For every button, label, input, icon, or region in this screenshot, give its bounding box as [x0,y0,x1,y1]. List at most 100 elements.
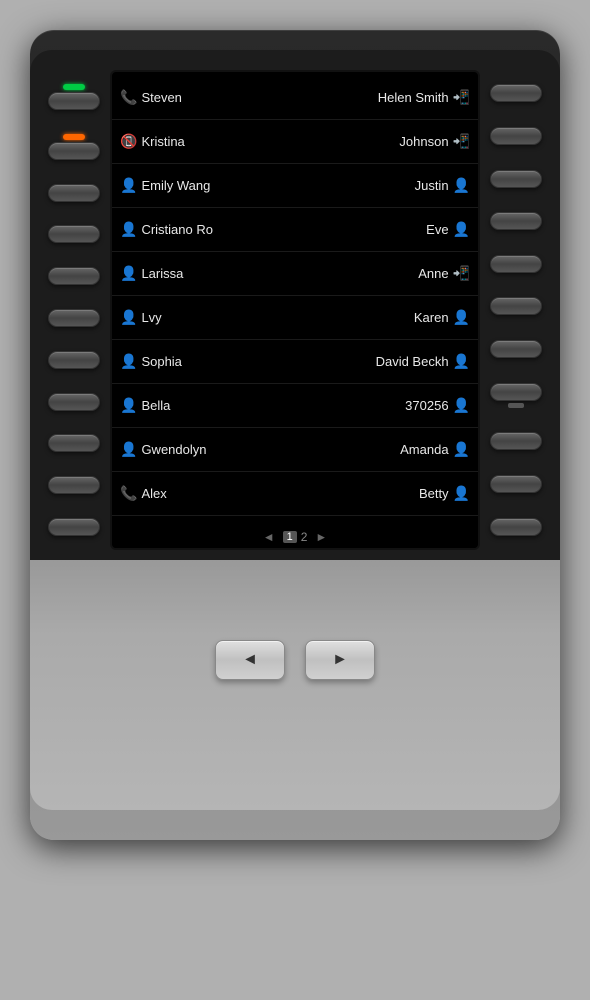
right-side-btn-1[interactable] [490,84,542,102]
contact-left-1: 📞 Steven [120,89,295,106]
contact-name-right: Helen Smith [378,90,449,105]
person-green-icon: 👤 [120,397,137,414]
right-side-btn-6[interactable] [490,297,542,315]
right-btn-group-8 [484,383,548,408]
person-green-icon: 👤 [120,265,137,282]
contact-name-left: Alex [141,486,166,501]
left-side-btn-1[interactable] [48,92,100,110]
nav-next-button[interactable]: ► [305,640,375,680]
person-green-icon: 👤 [453,309,470,326]
contact-right-3: Justin 👤 [295,177,470,194]
left-side-btn-5[interactable] [48,267,100,285]
device-bottom: ◄ ► [30,560,560,810]
left-btn-group-2 [42,134,106,160]
right-btn-group-9 [484,432,548,450]
right-btn-group-5 [484,255,548,273]
right-button-column [480,70,552,550]
table-row[interactable]: 📞 Steven Helen Smith 📲 [112,76,478,120]
current-page: 1 [283,531,297,543]
right-btn-group-6 [484,297,548,315]
table-row[interactable]: 👤 Lvy Karen 👤 [112,296,478,340]
left-btn-group-1 [42,84,106,110]
right-side-btn-3[interactable] [490,170,542,188]
nav-prev-button[interactable]: ◄ [215,640,285,680]
table-row[interactable]: 👤 Emily Wang Justin 👤 [112,164,478,208]
contact-name-right: Justin [415,178,449,193]
call-active-icon: 📞 [120,89,137,106]
left-side-btn-2[interactable] [48,142,100,160]
pagination-next-arrow[interactable]: ► [315,530,327,544]
right-btn-group-1 [484,84,548,102]
contact-right-8: 370256 👤 [295,397,470,414]
contact-right-2: Johnson 📲 [295,133,470,150]
pagination-bar: ◄ 1 2 ► [112,526,478,548]
left-btn-group-6 [42,309,106,327]
contact-left-9: 👤 Gwendolyn [120,441,295,458]
right-side-btn-7[interactable] [490,340,542,358]
contact-list: 📞 Steven Helen Smith 📲 📵 Kristina [112,72,478,526]
table-row[interactable]: 👤 Gwendolyn Amanda 👤 [112,428,478,472]
contact-right-4: Eve 👤 [295,221,470,238]
call-in-icon: 📲 [453,265,470,282]
led-orange-2 [63,134,85,140]
right-side-btn-5[interactable] [490,255,542,273]
left-side-btn-7[interactable] [48,351,100,369]
pagination-prev-arrow[interactable]: ◄ [263,530,275,544]
contact-name-right: 370256 [405,398,448,413]
left-side-btn-11[interactable] [48,518,100,536]
right-side-btn-9[interactable] [490,432,542,450]
right-btn-group-2 [484,127,548,145]
contact-name-right: Anne [418,266,448,281]
right-btn-group-3 [484,170,548,188]
contact-right-9: Amanda 👤 [295,441,470,458]
contact-name-left: Cristiano Ro [141,222,213,237]
contact-name-left: Emily Wang [141,178,210,193]
right-btn-group-10 [484,475,548,493]
right-side-btn-11[interactable] [490,518,542,536]
person-orange-icon: 👤 [453,221,470,238]
right-side-btn-8[interactable] [490,383,542,401]
left-btn-group-8 [42,393,106,411]
person-green-icon: 👤 [453,397,470,414]
person-orange-icon: 👤 [453,441,470,458]
right-side-btn-4[interactable] [490,212,542,230]
contact-right-1: Helen Smith 📲 [295,89,470,106]
left-side-btn-10[interactable] [48,476,100,494]
next-page-num: 2 [301,530,308,544]
contact-right-5: Anne 📲 [295,265,470,282]
person-orange-icon: 👤 [120,221,137,238]
table-row[interactable]: 📵 Kristina Johnson 📲 [112,120,478,164]
right-btn-group-11 [484,518,548,536]
call-in-icon: 📲 [453,133,470,150]
nav-next-arrow: ► [332,651,348,669]
contact-name-right: David Beckh [376,354,449,369]
table-row[interactable]: 👤 Bella 370256 👤 [112,384,478,428]
contact-left-5: 👤 Larissa [120,265,295,282]
table-row[interactable]: 📞 Alex Betty 👤 [112,472,478,516]
contact-name-right: Betty [419,486,449,501]
screen-row: 📞 Steven Helen Smith 📲 📵 Kristina [30,60,560,560]
contact-left-3: 👤 Emily Wang [120,177,295,194]
left-side-btn-6[interactable] [48,309,100,327]
led-small [508,403,524,408]
led-green-1 [63,84,85,90]
contact-name-left: Gwendolyn [141,442,206,457]
person-green-icon: 👤 [453,177,470,194]
left-btn-group-3 [42,184,106,202]
right-side-btn-10[interactable] [490,475,542,493]
left-side-btn-8[interactable] [48,393,100,411]
contact-left-10: 📞 Alex [120,485,295,502]
contact-right-6: Karen 👤 [295,309,470,326]
contact-name-left: Lvy [141,310,161,325]
table-row[interactable]: 👤 Cristiano Ro Eve 👤 [112,208,478,252]
right-btn-group-7 [484,340,548,358]
left-side-btn-9[interactable] [48,434,100,452]
table-row[interactable]: 👤 Larissa Anne 📲 [112,252,478,296]
table-row[interactable]: 👤 Sophia David Beckh 👤 [112,340,478,384]
contact-name-left: Larissa [141,266,183,281]
contact-name-right: Karen [414,310,449,325]
left-btn-group-5 [42,267,106,285]
right-side-btn-2[interactable] [490,127,542,145]
left-side-btn-4[interactable] [48,225,100,243]
left-side-btn-3[interactable] [48,184,100,202]
